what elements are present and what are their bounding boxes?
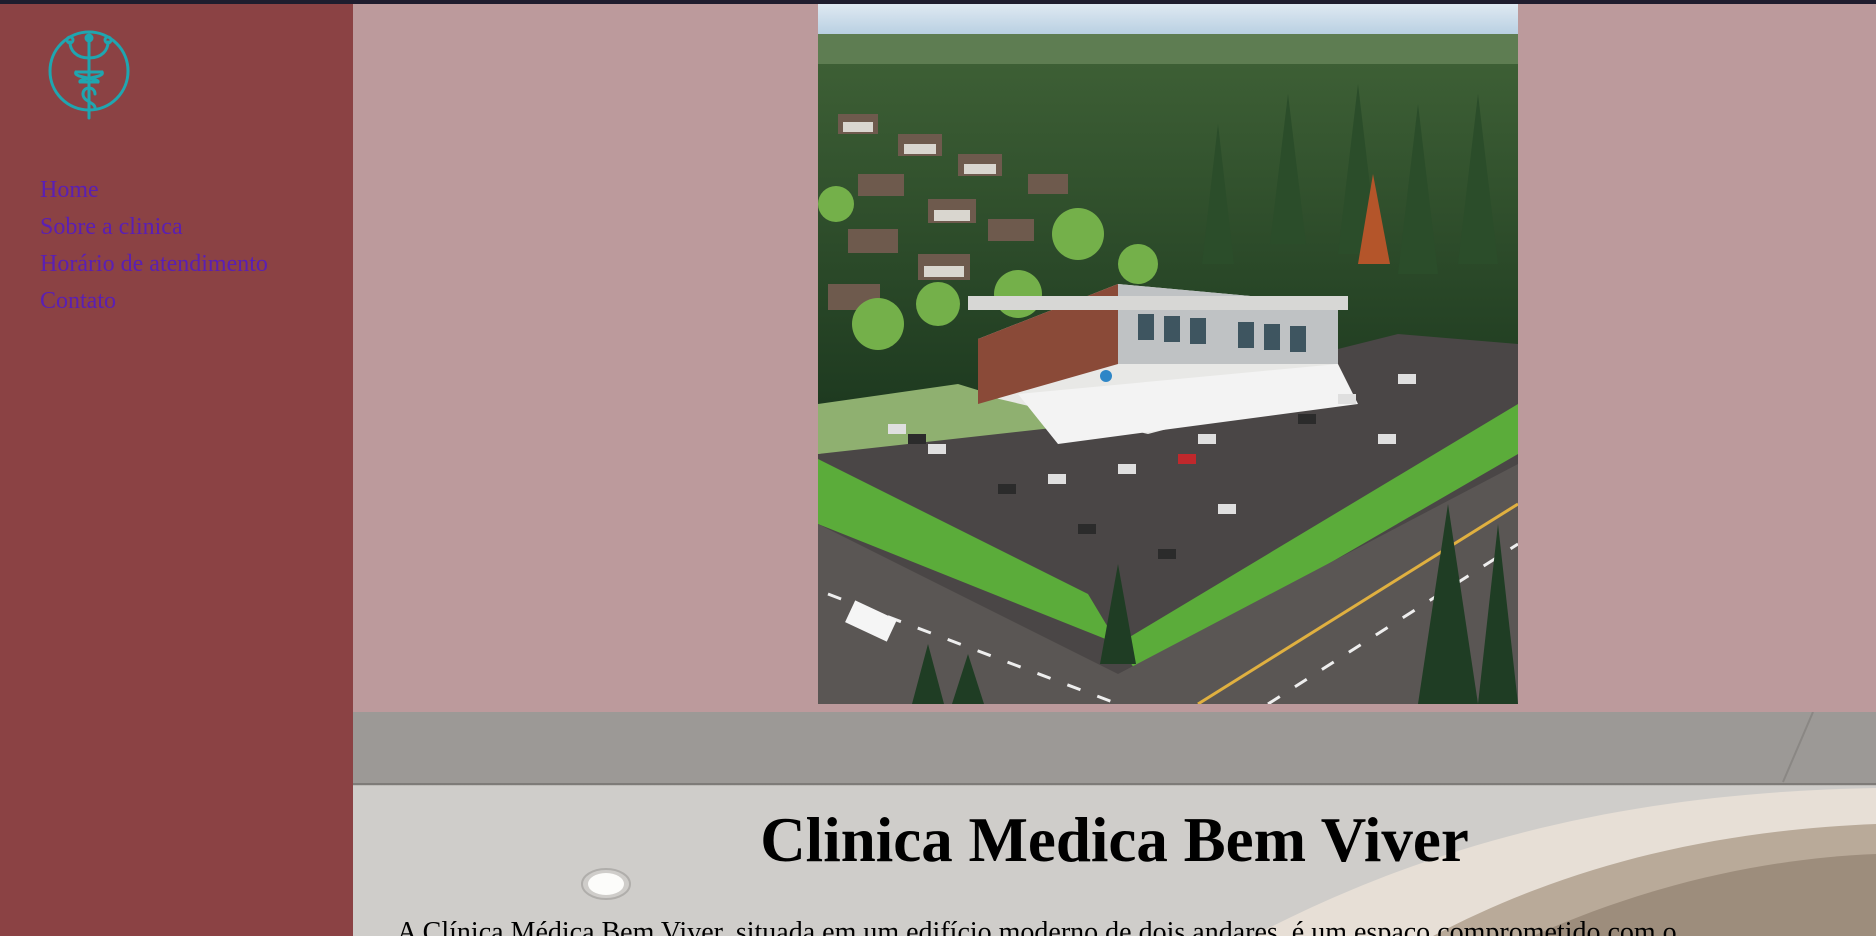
- sidebar: Home Sobre a clinica Horário de atendime…: [0, 4, 353, 936]
- nav-link-contato[interactable]: Contato: [40, 288, 116, 314]
- hero-section: [353, 4, 1876, 712]
- nav-item-horario: Horário de atendimento: [40, 246, 268, 283]
- aerial-clinic-building-photo: [818, 4, 1518, 704]
- caduceus-icon[interactable]: [48, 28, 130, 126]
- page-title: Clinica Medica Bem Viver: [760, 805, 1469, 875]
- nav-link-horario[interactable]: Horário de atendimento: [40, 251, 268, 277]
- intro-section: Clinica Medica Bem Viver A Clínica Médic…: [353, 712, 1876, 936]
- main-content: Clinica Medica Bem Viver A Clínica Médic…: [353, 4, 1876, 936]
- intro-paragraph: A Clínica Médica Bem Viver, situada em u…: [397, 917, 1677, 936]
- sidebar-nav: Home Sobre a clinica Horário de atendime…: [40, 172, 268, 320]
- nav-link-sobre[interactable]: Sobre a clinica: [40, 214, 183, 240]
- nav-item-home: Home: [40, 172, 268, 209]
- nav-item-contato: Contato: [40, 283, 268, 320]
- nav-link-home[interactable]: Home: [40, 177, 99, 203]
- nav-item-sobre: Sobre a clinica: [40, 209, 268, 246]
